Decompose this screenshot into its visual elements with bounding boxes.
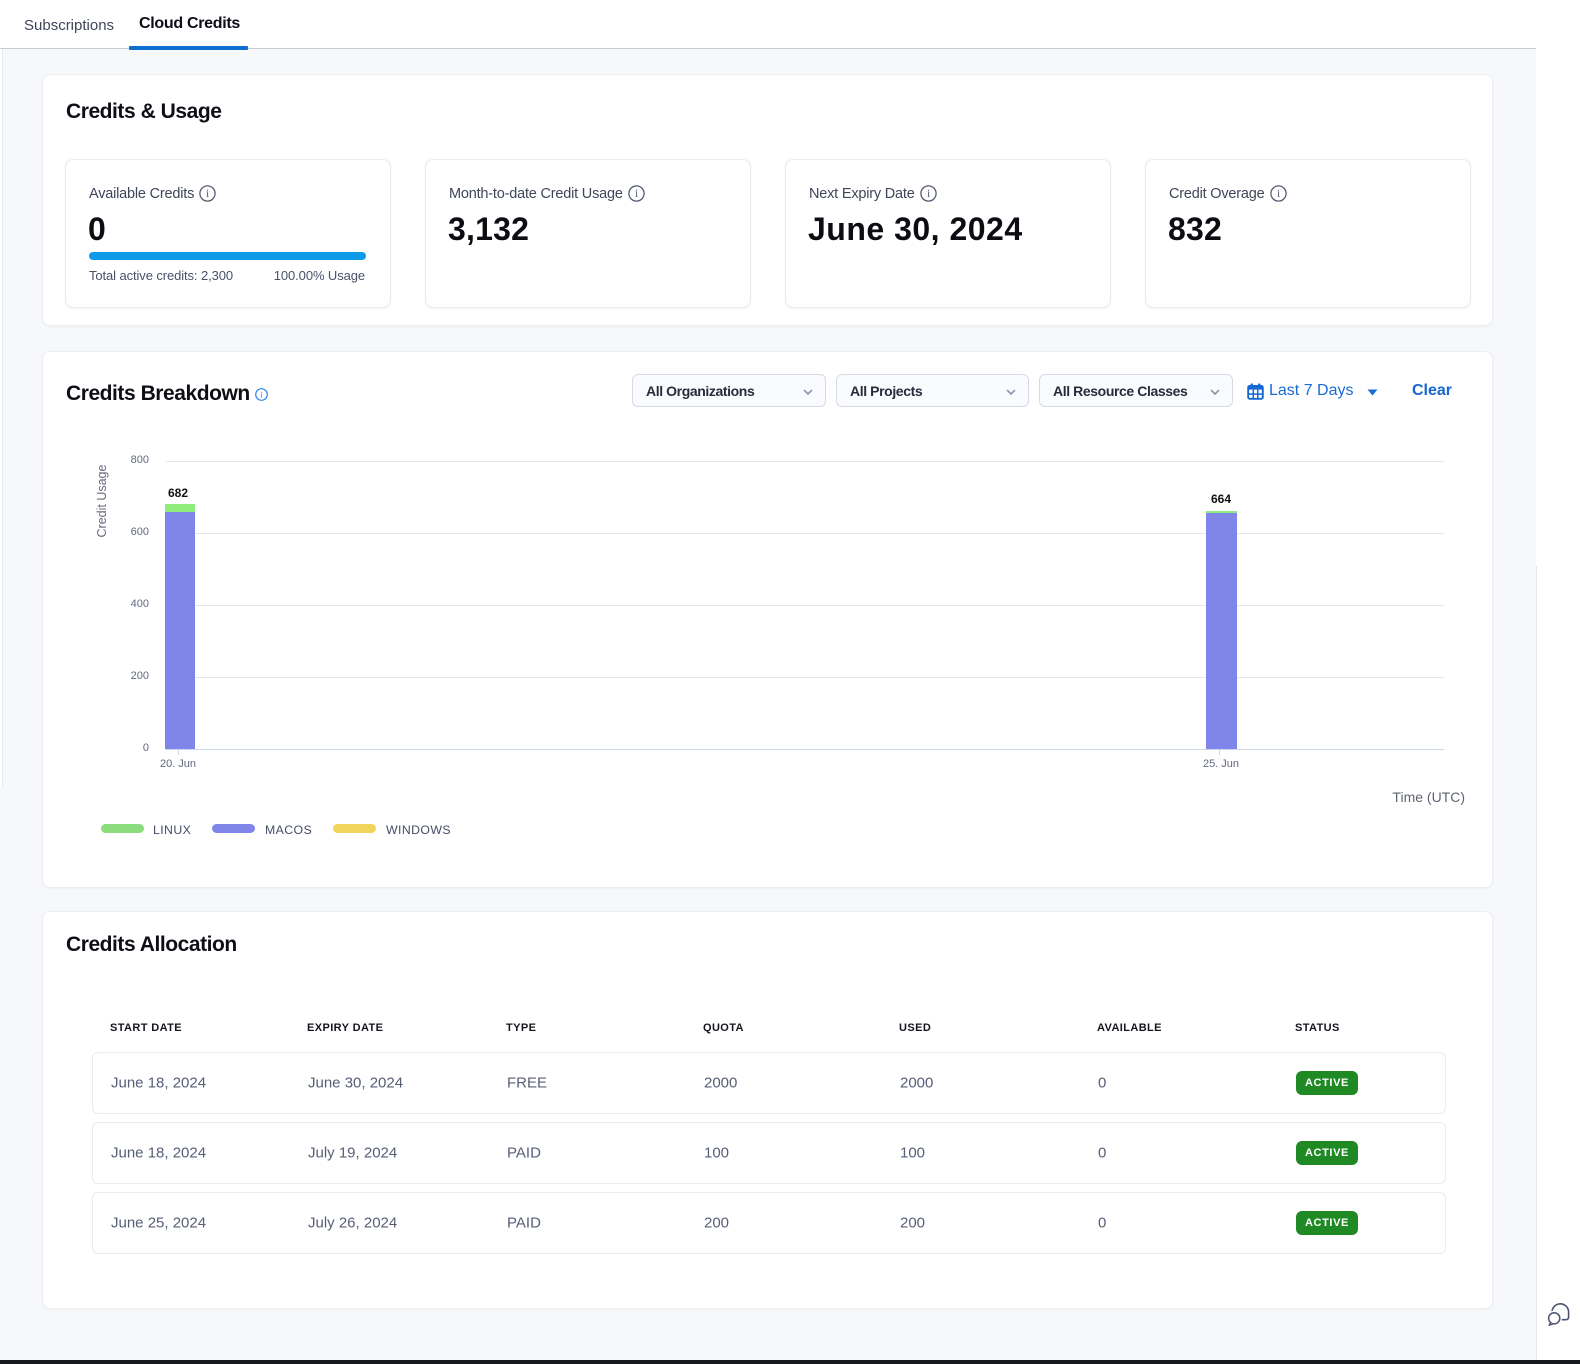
svg-text:i: i <box>1277 188 1280 200</box>
svg-text:i: i <box>206 188 209 200</box>
svg-text:i: i <box>635 188 638 200</box>
svg-text:i: i <box>260 390 263 400</box>
svg-text:i: i <box>927 188 930 200</box>
